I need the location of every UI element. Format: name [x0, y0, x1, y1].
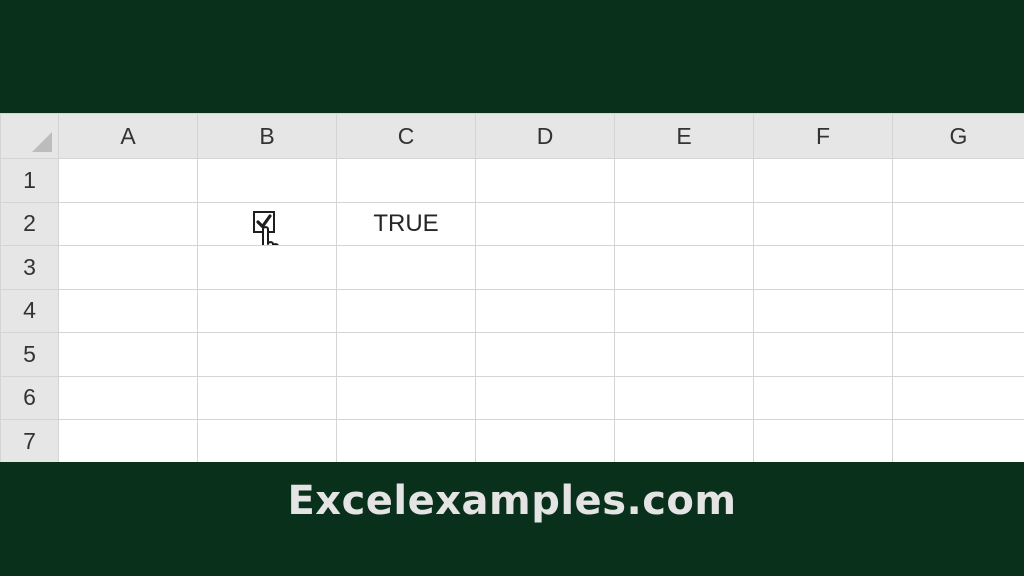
row-header-7[interactable]: 7: [0, 419, 59, 462]
row-header-1[interactable]: 1: [0, 158, 59, 203]
cell-f3[interactable]: [753, 245, 893, 290]
column-header-a[interactable]: A: [58, 113, 198, 159]
column-header-g[interactable]: G: [892, 113, 1024, 159]
cell-d3[interactable]: [475, 245, 615, 290]
cell-e2[interactable]: [614, 201, 754, 246]
cell-d2[interactable]: [475, 201, 615, 246]
cell-c6[interactable]: [336, 375, 476, 420]
row-header-3[interactable]: 3: [0, 245, 59, 290]
row-header-6[interactable]: 6: [0, 375, 59, 420]
cell-b4[interactable]: [197, 288, 337, 333]
cell-a5[interactable]: [58, 332, 198, 377]
cell-e5[interactable]: [614, 332, 754, 377]
cell-f5[interactable]: [753, 332, 893, 377]
cell-d4[interactable]: [475, 288, 615, 333]
cell-f6[interactable]: [753, 375, 893, 420]
column-header-d[interactable]: D: [475, 113, 615, 159]
cell-f4[interactable]: [753, 288, 893, 333]
cell-b6[interactable]: [197, 375, 337, 420]
cell-c3[interactable]: [336, 245, 476, 290]
cell-b2[interactable]: [197, 201, 337, 246]
site-watermark: Excelexamples.com: [287, 478, 737, 524]
cell-a7[interactable]: [58, 419, 198, 462]
row-header-5[interactable]: 5: [0, 332, 59, 377]
column-header-b[interactable]: B: [197, 113, 337, 159]
cell-g1[interactable]: [892, 158, 1024, 203]
cell-c7[interactable]: [336, 419, 476, 462]
row-header-2[interactable]: 2: [0, 201, 59, 246]
column-header-f[interactable]: F: [753, 113, 893, 159]
cell-f7[interactable]: [753, 419, 893, 462]
hand-pointer-cursor-icon: [262, 225, 279, 245]
cell-g6[interactable]: [892, 375, 1024, 420]
sheet-row-5: 5: [0, 332, 1024, 377]
cell-g7[interactable]: [892, 419, 1024, 462]
row-header-4[interactable]: 4: [0, 288, 59, 333]
cell-d1[interactable]: [475, 158, 615, 203]
cell-g4[interactable]: [892, 288, 1024, 333]
sheet-row-4: 4: [0, 288, 1024, 333]
cell-e6[interactable]: [614, 375, 754, 420]
cell-g2[interactable]: [892, 201, 1024, 246]
cell-a6[interactable]: [58, 375, 198, 420]
cell-a3[interactable]: [58, 245, 198, 290]
cell-d5[interactable]: [475, 332, 615, 377]
cell-c4[interactable]: [336, 288, 476, 333]
sheet-row-3: 3: [0, 245, 1024, 290]
cell-c2[interactable]: TRUE: [336, 201, 476, 246]
cell-c5[interactable]: [336, 332, 476, 377]
spreadsheet: A B C D E F G 1 2 TRUE 3 4 5 6 7: [0, 113, 1024, 462]
sheet-row-2: 2 TRUE: [0, 201, 1024, 246]
cell-a1[interactable]: [58, 158, 198, 203]
cell-g5[interactable]: [892, 332, 1024, 377]
cell-b5[interactable]: [197, 332, 337, 377]
select-all-corner[interactable]: [0, 113, 59, 159]
cell-b7[interactable]: [197, 419, 337, 462]
sheet-row-6: 6: [0, 375, 1024, 420]
cell-f2[interactable]: [753, 201, 893, 246]
spreadsheet-grid: A B C D E F G 1 2 TRUE 3 4 5 6 7: [0, 113, 1024, 462]
cell-e3[interactable]: [614, 245, 754, 290]
cell-d6[interactable]: [475, 375, 615, 420]
cell-f1[interactable]: [753, 158, 893, 203]
cell-d7[interactable]: [475, 419, 615, 462]
sheet-row-7: 7: [0, 419, 1024, 462]
cell-b1[interactable]: [197, 158, 337, 203]
column-header-row: A B C D E F G: [0, 113, 1024, 159]
cell-e4[interactable]: [614, 288, 754, 333]
footer-banner: Excelexamples.com: [0, 462, 1024, 576]
cell-e1[interactable]: [614, 158, 754, 203]
column-header-e[interactable]: E: [614, 113, 754, 159]
cell-a2[interactable]: [58, 201, 198, 246]
cell-g3[interactable]: [892, 245, 1024, 290]
cell-a4[interactable]: [58, 288, 198, 333]
sheet-row-1: 1: [0, 158, 1024, 203]
cell-c1[interactable]: [336, 158, 476, 203]
cell-b3[interactable]: [197, 245, 337, 290]
cell-e7[interactable]: [614, 419, 754, 462]
column-header-c[interactable]: C: [336, 113, 476, 159]
select-all-triangle-icon: [32, 132, 52, 152]
